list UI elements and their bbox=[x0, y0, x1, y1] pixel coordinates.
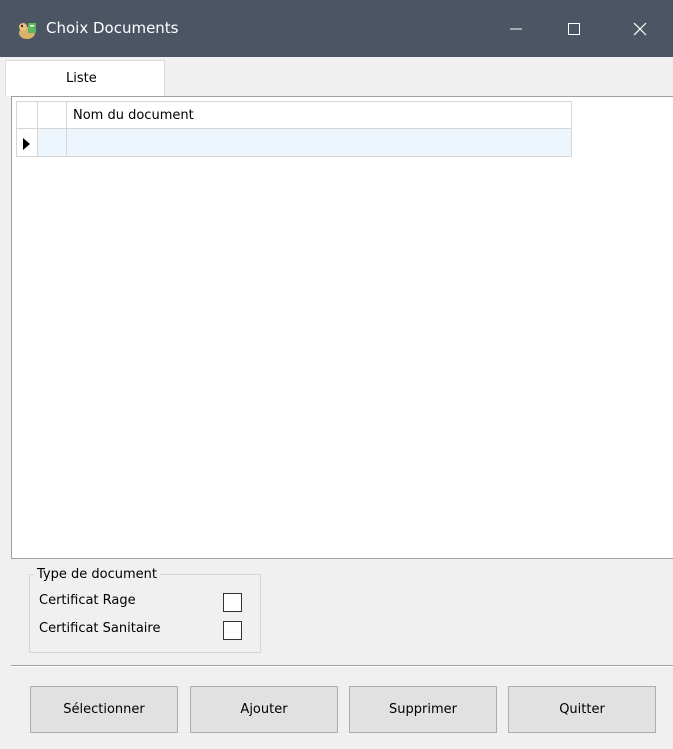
delete-button[interactable]: Supprimer bbox=[349, 686, 497, 733]
group-legend: Type de document bbox=[34, 567, 160, 582]
select-button[interactable]: Sélectionner bbox=[30, 686, 178, 733]
table-cell-nom[interactable] bbox=[67, 129, 572, 157]
current-row-arrow-icon bbox=[23, 138, 30, 150]
window-title: Choix Documents bbox=[46, 19, 179, 37]
column-header-label: Nom du document bbox=[73, 108, 194, 123]
close-button[interactable] bbox=[615, 0, 667, 57]
add-button[interactable]: Ajouter bbox=[190, 686, 338, 733]
quit-button[interactable]: Quitter bbox=[508, 686, 656, 733]
grid-column-header-nom[interactable]: Nom du document bbox=[67, 101, 572, 129]
document-type-group bbox=[29, 574, 261, 653]
grid-column-header[interactable] bbox=[38, 101, 67, 129]
certificat-sanitaire-checkbox[interactable] bbox=[223, 621, 242, 640]
close-icon bbox=[633, 22, 647, 36]
option-label-sanitaire: Certificat Sanitaire bbox=[39, 621, 161, 636]
certificat-rage-checkbox[interactable] bbox=[223, 593, 242, 612]
tab-content-panel: Nom du document bbox=[11, 96, 673, 559]
separator bbox=[11, 665, 673, 667]
app-icon bbox=[16, 20, 38, 40]
option-label-rage: Certificat Rage bbox=[39, 593, 136, 608]
row-selector[interactable] bbox=[16, 129, 38, 157]
minimize-icon bbox=[510, 28, 522, 30]
tab-liste[interactable]: Liste bbox=[5, 60, 165, 96]
minimize-button[interactable] bbox=[491, 0, 543, 57]
table-cell[interactable] bbox=[38, 129, 67, 157]
tab-strip: Liste bbox=[0, 57, 673, 96]
maximize-button[interactable] bbox=[549, 0, 601, 57]
grid-corner-header[interactable] bbox=[16, 101, 38, 129]
tab-label: Liste bbox=[66, 71, 97, 86]
maximize-icon bbox=[568, 23, 580, 35]
title-bar[interactable]: Choix Documents bbox=[0, 0, 673, 57]
